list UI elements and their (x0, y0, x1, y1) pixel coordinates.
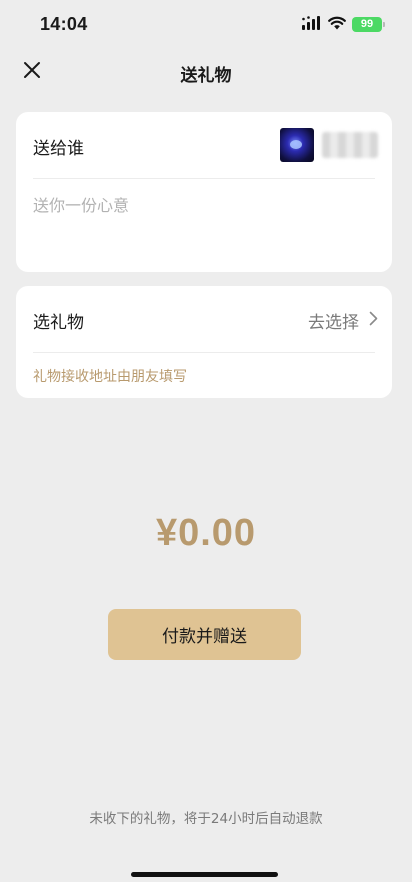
page-title: 送礼物 (180, 66, 232, 86)
payment-amount: ¥0.00 (155, 512, 257, 554)
status-icons: 99 (302, 15, 385, 34)
chevron-right-icon (369, 311, 378, 330)
pay-and-send-label: 付款并赠送 (162, 627, 247, 647)
recipient-name-blurred (322, 132, 378, 158)
status-bar: 14:04 99 (0, 0, 412, 50)
battery-level: 99 (360, 18, 374, 30)
nav-bar: 送礼物 (0, 50, 412, 94)
recipient-card: 送给谁 (16, 112, 392, 272)
battery-icon: 99 (352, 16, 385, 32)
choose-gift-label: 去选择 (308, 313, 359, 333)
status-time: 14:04 (40, 14, 88, 34)
choose-gift-button[interactable]: 去选择 (308, 308, 378, 333)
refund-note: 未收下的礼物，将于24小时后自动退款 (89, 811, 323, 827)
divider (33, 352, 375, 353)
avatar (280, 128, 314, 162)
recipient-label: 送给谁 (33, 139, 84, 159)
gift-address-note: 礼物接收地址由朋友填写 (33, 369, 187, 385)
signal-icon (302, 15, 322, 34)
divider (33, 178, 375, 179)
message-input[interactable] (33, 196, 373, 215)
gift-label: 选礼物 (33, 313, 84, 333)
pay-and-send-button[interactable]: 付款并赠送 (108, 609, 301, 660)
gift-card: 选礼物 去选择 礼物接收地址由朋友填写 (16, 286, 392, 398)
recipient-selector[interactable] (280, 128, 378, 162)
wifi-icon (328, 15, 346, 34)
home-indicator (131, 872, 278, 877)
